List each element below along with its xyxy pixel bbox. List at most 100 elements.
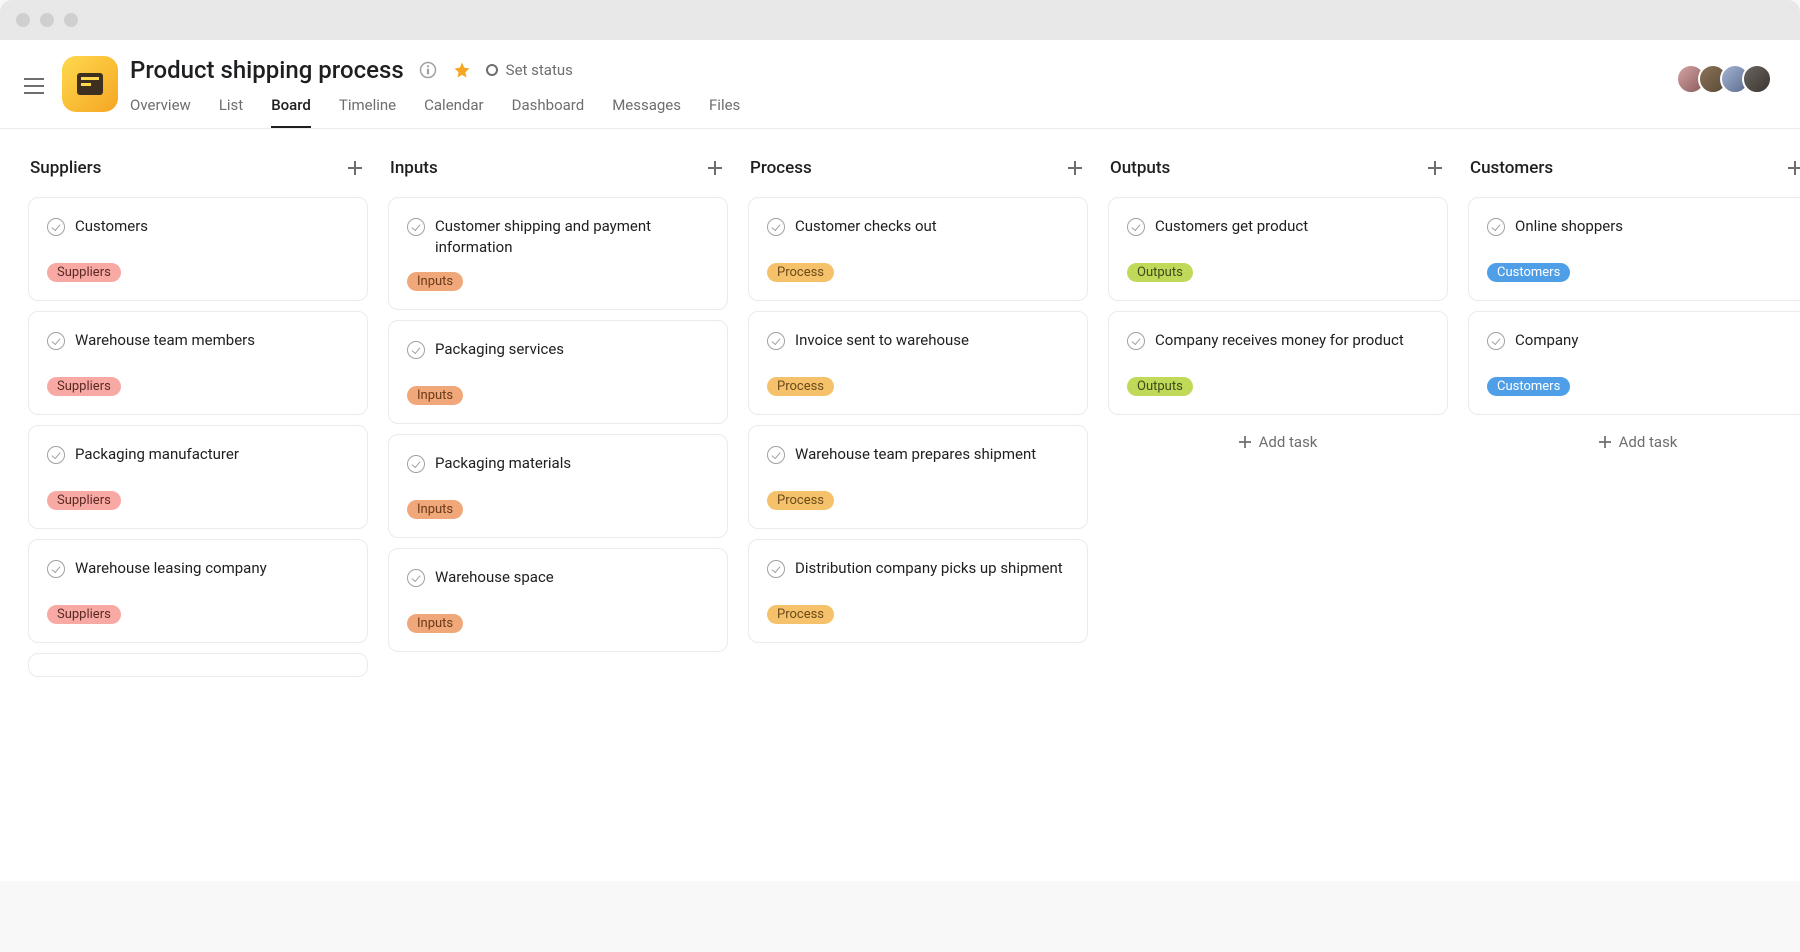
complete-task-checkbox[interactable] xyxy=(47,446,65,464)
task-card[interactable]: CustomersSuppliers xyxy=(28,197,368,301)
complete-task-checkbox[interactable] xyxy=(407,341,425,359)
task-card[interactable]: Packaging servicesInputs xyxy=(388,320,728,424)
tab-overview[interactable]: Overview xyxy=(130,96,191,128)
tab-timeline[interactable]: Timeline xyxy=(339,96,396,128)
complete-task-checkbox[interactable] xyxy=(767,332,785,350)
tag-customers[interactable]: Customers xyxy=(1487,263,1570,282)
avatar[interactable] xyxy=(1742,64,1772,94)
task-title: Customer shipping and payment informatio… xyxy=(435,216,709,258)
task-card[interactable]: Packaging manufacturer Suppliers xyxy=(28,425,368,529)
task-card[interactable]: Packaging materialsInputs xyxy=(388,434,728,538)
set-status-button[interactable]: Set status xyxy=(486,61,573,79)
task-card[interactable]: Online shoppersCustomers xyxy=(1468,197,1800,301)
column-add-button[interactable] xyxy=(344,157,366,179)
traffic-light-minimize[interactable] xyxy=(40,13,54,27)
complete-task-checkbox[interactable] xyxy=(767,446,785,464)
task-title: Warehouse team members xyxy=(75,330,255,351)
task-card[interactable]: Customer shipping and payment informatio… xyxy=(388,197,728,310)
board: SuppliersCustomersSuppliersWarehouse tea… xyxy=(0,129,1800,881)
add-task-button[interactable]: Add task xyxy=(1108,419,1448,465)
column-add-button[interactable] xyxy=(704,157,726,179)
column-title[interactable]: Suppliers xyxy=(30,158,101,178)
task-card-placeholder[interactable] xyxy=(28,653,368,677)
tab-board[interactable]: Board xyxy=(271,96,311,128)
task-card[interactable]: Company receives money for product Output… xyxy=(1108,311,1448,415)
complete-task-checkbox[interactable] xyxy=(47,560,65,578)
tag-outputs[interactable]: Outputs xyxy=(1127,377,1193,396)
project-icon xyxy=(62,56,118,112)
tag-process[interactable]: Process xyxy=(767,263,834,282)
plus-icon xyxy=(1599,436,1611,448)
task-title: Customers get product xyxy=(1155,216,1308,237)
column-customers: CustomersOnline shoppersCustomersCompany… xyxy=(1468,157,1800,853)
column-title[interactable]: Customers xyxy=(1470,158,1553,178)
column-add-button[interactable] xyxy=(1784,157,1800,179)
traffic-light-close[interactable] xyxy=(16,13,30,27)
window-chrome xyxy=(0,0,1800,40)
tab-calendar[interactable]: Calendar xyxy=(424,96,484,128)
cards-list: Customer shipping and payment informatio… xyxy=(388,197,728,652)
info-icon[interactable] xyxy=(418,60,438,80)
task-card[interactable]: Warehouse leasing companySuppliers xyxy=(28,539,368,643)
tab-list[interactable]: List xyxy=(219,96,243,128)
tag-suppliers[interactable]: Suppliers xyxy=(47,263,121,282)
complete-task-checkbox[interactable] xyxy=(767,560,785,578)
project-title[interactable]: Product shipping process xyxy=(130,56,404,84)
tag-process[interactable]: Process xyxy=(767,605,834,624)
tag-suppliers[interactable]: Suppliers xyxy=(47,491,121,510)
star-icon[interactable] xyxy=(452,60,472,80)
add-task-label: Add task xyxy=(1619,433,1678,451)
cards-list: Online shoppersCustomersCompanyCustomers xyxy=(1468,197,1800,415)
column-title[interactable]: Outputs xyxy=(1110,158,1170,178)
hamburger-menu-button[interactable] xyxy=(18,70,50,102)
traffic-light-zoom[interactable] xyxy=(64,13,78,27)
complete-task-checkbox[interactable] xyxy=(407,569,425,587)
complete-task-checkbox[interactable] xyxy=(1127,218,1145,236)
topbar: Product shipping process Set status Over… xyxy=(0,40,1800,128)
add-task-label: Add task xyxy=(1259,433,1318,451)
complete-task-checkbox[interactable] xyxy=(407,455,425,473)
tab-messages[interactable]: Messages xyxy=(612,96,681,128)
complete-task-checkbox[interactable] xyxy=(47,218,65,236)
column-title[interactable]: Process xyxy=(750,158,812,178)
tab-dashboard[interactable]: Dashboard xyxy=(512,96,585,128)
task-card[interactable]: Invoice sent to warehouseProcess xyxy=(748,311,1088,415)
complete-task-checkbox[interactable] xyxy=(1487,218,1505,236)
tag-inputs[interactable]: Inputs xyxy=(407,500,463,519)
complete-task-checkbox[interactable] xyxy=(1487,332,1505,350)
task-title: Company receives money for product xyxy=(1155,330,1404,351)
tag-process[interactable]: Process xyxy=(767,491,834,510)
column-add-button[interactable] xyxy=(1424,157,1446,179)
app-root: Product shipping process Set status Over… xyxy=(0,40,1800,881)
task-title: Customer checks out xyxy=(795,216,937,237)
task-card[interactable]: Customer checks out Process xyxy=(748,197,1088,301)
tag-inputs[interactable]: Inputs xyxy=(407,614,463,633)
task-card[interactable]: Warehouse team prepares shipment Process xyxy=(748,425,1088,529)
task-card[interactable]: Customers get product Outputs xyxy=(1108,197,1448,301)
column-add-button[interactable] xyxy=(1064,157,1086,179)
task-card[interactable]: Warehouse spaceInputs xyxy=(388,548,728,652)
add-task-button[interactable]: Add task xyxy=(1468,419,1800,465)
complete-task-checkbox[interactable] xyxy=(47,332,65,350)
cards-list: CustomersSuppliersWarehouse team members… xyxy=(28,197,368,677)
tag-process[interactable]: Process xyxy=(767,377,834,396)
tag-inputs[interactable]: Inputs xyxy=(407,386,463,405)
tag-inputs[interactable]: Inputs xyxy=(407,272,463,291)
tag-suppliers[interactable]: Suppliers xyxy=(47,377,121,396)
tag-suppliers[interactable]: Suppliers xyxy=(47,605,121,624)
project-members[interactable] xyxy=(1676,64,1772,94)
task-title: Packaging manufacturer xyxy=(75,444,239,465)
task-card[interactable]: Warehouse team members Suppliers xyxy=(28,311,368,415)
task-card[interactable]: Distribution company picks up shipmentPr… xyxy=(748,539,1088,643)
task-title: Warehouse team prepares shipment xyxy=(795,444,1036,465)
cards-list: Customer checks outProcessInvoice sent t… xyxy=(748,197,1088,643)
column-outputs: OutputsCustomers get productOutputsCompa… xyxy=(1108,157,1448,853)
complete-task-checkbox[interactable] xyxy=(767,218,785,236)
task-card[interactable]: CompanyCustomers xyxy=(1468,311,1800,415)
column-title[interactable]: Inputs xyxy=(390,158,438,178)
tab-files[interactable]: Files xyxy=(709,96,740,128)
complete-task-checkbox[interactable] xyxy=(407,218,425,236)
tag-customers[interactable]: Customers xyxy=(1487,377,1570,396)
tag-outputs[interactable]: Outputs xyxy=(1127,263,1193,282)
complete-task-checkbox[interactable] xyxy=(1127,332,1145,350)
